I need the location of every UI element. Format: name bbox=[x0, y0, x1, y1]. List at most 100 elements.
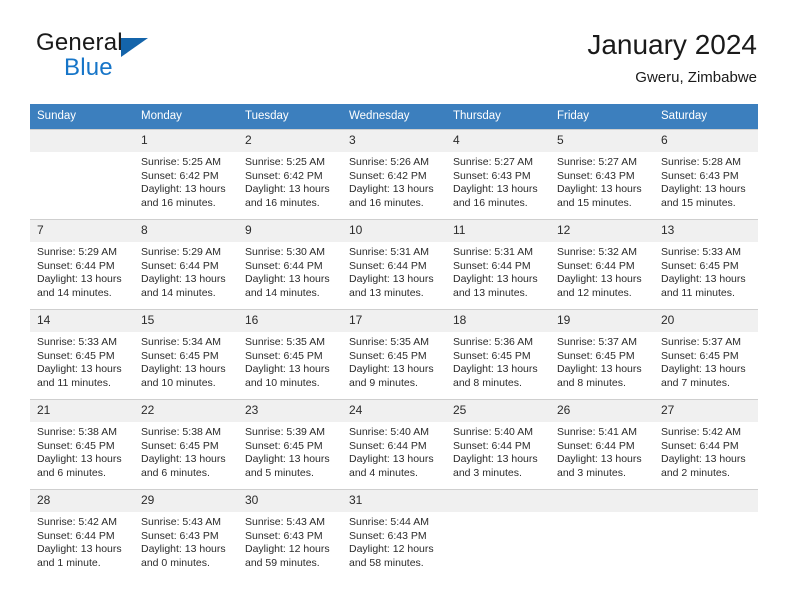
day-details bbox=[654, 512, 758, 516]
calendar-day-cell[interactable]: 27 Sunrise: 5:42 AM Sunset: 6:44 PM Dayligh… bbox=[654, 399, 758, 490]
day-number: 6 bbox=[654, 130, 758, 152]
sunrise-time: Sunrise: 5:33 AM bbox=[661, 246, 741, 258]
daylight-duration-line2: and 7 minutes. bbox=[661, 376, 730, 389]
sunrise-time: Sunrise: 5:36 AM bbox=[453, 336, 533, 348]
daylight-duration-line2: and 13 minutes. bbox=[349, 286, 424, 299]
calendar-day-cell[interactable]: 4 Sunrise: 5:27 AM Sunset: 6:43 PM Daylight… bbox=[446, 129, 550, 220]
sunrise-time: Sunrise: 5:27 AM bbox=[453, 156, 533, 168]
sunset-time: Sunset: 6:43 PM bbox=[557, 169, 635, 182]
daylight-duration-line1: Daylight: 13 hours bbox=[661, 363, 746, 376]
day-details: Sunrise: 5:37 AM Sunset: 6:45 PM Daylight:… bbox=[550, 332, 654, 390]
sunset-time: Sunset: 6:44 PM bbox=[37, 529, 115, 542]
day-number: 18 bbox=[446, 310, 550, 332]
daylight-duration-line1: Daylight: 13 hours bbox=[557, 183, 642, 196]
calendar-day-cell[interactable]: 25 Sunrise: 5:40 AM Sunset: 6:44 PM Dayligh… bbox=[446, 399, 550, 490]
calendar-day-cell[interactable]: 24 Sunrise: 5:40 AM Sunset: 6:44 PM Dayligh… bbox=[342, 399, 446, 490]
sunrise-time: Sunrise: 5:35 AM bbox=[349, 336, 429, 348]
day-details: Sunrise: 5:43 AM Sunset: 6:43 PM Daylight:… bbox=[134, 512, 238, 570]
daylight-duration-line1: Daylight: 13 hours bbox=[37, 273, 122, 286]
weekday-header-thursday: Thursday bbox=[446, 104, 550, 130]
page-header: General Blue January 2024 Gweru, Zimbabw… bbox=[0, 0, 792, 104]
day-details: Sunrise: 5:44 AM Sunset: 6:43 PM Daylight:… bbox=[342, 512, 446, 570]
day-number: 23 bbox=[238, 400, 342, 422]
calendar-day-cell[interactable]: 22 Sunrise: 5:38 AM Sunset: 6:45 PM Dayligh… bbox=[134, 399, 238, 490]
calendar-day-cell[interactable]: 5 Sunrise: 5:27 AM Sunset: 6:43 PM Daylight… bbox=[550, 129, 654, 220]
sunset-time: Sunset: 6:44 PM bbox=[557, 439, 635, 452]
daylight-duration-line1: Daylight: 13 hours bbox=[349, 273, 434, 286]
daylight-duration-line2: and 3 minutes. bbox=[557, 466, 626, 479]
calendar-day-cell[interactable]: 2 Sunrise: 5:25 AM Sunset: 6:42 PM Daylight… bbox=[238, 129, 342, 220]
daylight-duration-line2: and 11 minutes. bbox=[37, 376, 111, 389]
calendar-day-cell[interactable]: 23 Sunrise: 5:39 AM Sunset: 6:45 PM Dayligh… bbox=[238, 399, 342, 490]
daylight-duration-line1: Daylight: 13 hours bbox=[557, 363, 642, 376]
calendar-day-cell[interactable]: 3 Sunrise: 5:26 AM Sunset: 6:42 PM Daylight… bbox=[342, 129, 446, 220]
day-number: 22 bbox=[134, 400, 238, 422]
calendar-day-cell-empty bbox=[550, 489, 654, 579]
calendar-day-cell[interactable]: 1 Sunrise: 5:25 AM Sunset: 6:42 PM Daylight… bbox=[134, 129, 238, 220]
calendar-day-cell[interactable]: 26 Sunrise: 5:41 AM Sunset: 6:44 PM Dayligh… bbox=[550, 399, 654, 490]
calendar-day-cell[interactable]: 17 Sunrise: 5:35 AM Sunset: 6:45 PM Dayligh… bbox=[342, 309, 446, 400]
sunrise-time: Sunrise: 5:29 AM bbox=[141, 246, 221, 258]
daylight-duration-line1: Daylight: 13 hours bbox=[245, 273, 330, 286]
sunrise-time: Sunrise: 5:42 AM bbox=[661, 426, 741, 438]
calendar-day-cell[interactable]: 30 Sunrise: 5:43 AM Sunset: 6:43 PM Dayligh… bbox=[238, 489, 342, 579]
day-number: 11 bbox=[446, 220, 550, 242]
sunrise-time: Sunrise: 5:31 AM bbox=[453, 246, 533, 258]
calendar-day-cell-empty bbox=[654, 489, 758, 579]
sunset-time: Sunset: 6:43 PM bbox=[141, 529, 219, 542]
sunset-time: Sunset: 6:43 PM bbox=[349, 529, 427, 542]
daylight-duration-line1: Daylight: 13 hours bbox=[453, 453, 538, 466]
daylight-duration-line2: and 16 minutes. bbox=[453, 196, 528, 209]
day-details: Sunrise: 5:42 AM Sunset: 6:44 PM Daylight:… bbox=[30, 512, 134, 570]
calendar-week-row: 28 Sunrise: 5:42 AM Sunset: 6:44 PM Dayligh… bbox=[30, 489, 758, 579]
day-details: Sunrise: 5:33 AM Sunset: 6:45 PM Daylight:… bbox=[30, 332, 134, 390]
sunset-time: Sunset: 6:43 PM bbox=[453, 169, 531, 182]
calendar-day-cell-empty bbox=[30, 129, 134, 220]
daylight-duration-line2: and 14 minutes. bbox=[245, 286, 320, 299]
day-number bbox=[654, 490, 758, 512]
day-details bbox=[446, 512, 550, 516]
sunrise-time: Sunrise: 5:37 AM bbox=[557, 336, 637, 348]
calendar-day-cell[interactable]: 6 Sunrise: 5:28 AM Sunset: 6:43 PM Daylight… bbox=[654, 129, 758, 220]
calendar-day-cell[interactable]: 20 Sunrise: 5:37 AM Sunset: 6:45 PM Dayligh… bbox=[654, 309, 758, 400]
daylight-duration-line2: and 3 minutes. bbox=[453, 466, 522, 479]
calendar-week-row: 1 Sunrise: 5:25 AM Sunset: 6:42 PM Daylight… bbox=[30, 129, 758, 220]
daylight-duration-line1: Daylight: 13 hours bbox=[453, 363, 538, 376]
sunset-time: Sunset: 6:44 PM bbox=[661, 439, 739, 452]
day-number: 1 bbox=[134, 130, 238, 152]
daylight-duration-line2: and 5 minutes. bbox=[245, 466, 314, 479]
day-details: Sunrise: 5:40 AM Sunset: 6:44 PM Daylight:… bbox=[446, 422, 550, 480]
calendar-day-cell[interactable]: 21 Sunrise: 5:38 AM Sunset: 6:45 PM Dayligh… bbox=[30, 399, 134, 490]
day-details: Sunrise: 5:39 AM Sunset: 6:45 PM Daylight:… bbox=[238, 422, 342, 480]
daylight-duration-line2: and 59 minutes. bbox=[245, 556, 320, 569]
calendar-day-cell[interactable]: 19 Sunrise: 5:37 AM Sunset: 6:45 PM Dayligh… bbox=[550, 309, 654, 400]
sunrise-time: Sunrise: 5:30 AM bbox=[245, 246, 325, 258]
calendar-day-cell[interactable]: 12 Sunrise: 5:32 AM Sunset: 6:44 PM Dayligh… bbox=[550, 219, 654, 310]
sunrise-time: Sunrise: 5:26 AM bbox=[349, 156, 429, 168]
calendar-day-cell[interactable]: 28 Sunrise: 5:42 AM Sunset: 6:44 PM Dayligh… bbox=[30, 489, 134, 579]
calendar-day-cell[interactable]: 11 Sunrise: 5:31 AM Sunset: 6:44 PM Dayligh… bbox=[446, 219, 550, 310]
weekday-header-wednesday: Wednesday bbox=[342, 104, 446, 130]
calendar-week-row: 14 Sunrise: 5:33 AM Sunset: 6:45 PM Dayligh… bbox=[30, 309, 758, 400]
sunset-time: Sunset: 6:45 PM bbox=[37, 439, 115, 452]
day-details: Sunrise: 5:25 AM Sunset: 6:42 PM Daylight:… bbox=[134, 152, 238, 210]
calendar-day-cell[interactable]: 10 Sunrise: 5:31 AM Sunset: 6:44 PM Dayligh… bbox=[342, 219, 446, 310]
sunset-time: Sunset: 6:45 PM bbox=[141, 439, 219, 452]
sunset-time: Sunset: 6:45 PM bbox=[141, 349, 219, 362]
day-details: Sunrise: 5:38 AM Sunset: 6:45 PM Daylight:… bbox=[30, 422, 134, 480]
calendar-day-cell[interactable]: 8 Sunrise: 5:29 AM Sunset: 6:44 PM Daylight… bbox=[134, 219, 238, 310]
calendar-day-cell[interactable]: 7 Sunrise: 5:29 AM Sunset: 6:44 PM Daylight… bbox=[30, 219, 134, 310]
calendar-day-cell[interactable]: 15 Sunrise: 5:34 AM Sunset: 6:45 PM Dayligh… bbox=[134, 309, 238, 400]
calendar-day-cell[interactable]: 18 Sunrise: 5:36 AM Sunset: 6:45 PM Dayligh… bbox=[446, 309, 550, 400]
page-title: January 2024 bbox=[587, 29, 757, 60]
calendar-day-cell[interactable]: 29 Sunrise: 5:43 AM Sunset: 6:43 PM Dayligh… bbox=[134, 489, 238, 579]
calendar-day-cell[interactable]: 9 Sunrise: 5:30 AM Sunset: 6:44 PM Daylight… bbox=[238, 219, 342, 310]
calendar-day-cell[interactable]: 31 Sunrise: 5:44 AM Sunset: 6:43 PM Dayligh… bbox=[342, 489, 446, 579]
day-details: Sunrise: 5:27 AM Sunset: 6:43 PM Daylight:… bbox=[550, 152, 654, 210]
calendar-day-cell[interactable]: 14 Sunrise: 5:33 AM Sunset: 6:45 PM Dayligh… bbox=[30, 309, 134, 400]
title-block: January 2024 Gweru, Zimbabwe bbox=[587, 28, 757, 89]
day-number: 13 bbox=[654, 220, 758, 242]
calendar-day-cell[interactable]: 16 Sunrise: 5:35 AM Sunset: 6:45 PM Dayligh… bbox=[238, 309, 342, 400]
calendar-day-cell[interactable]: 13 Sunrise: 5:33 AM Sunset: 6:45 PM Dayligh… bbox=[654, 219, 758, 310]
day-number: 29 bbox=[134, 490, 238, 512]
